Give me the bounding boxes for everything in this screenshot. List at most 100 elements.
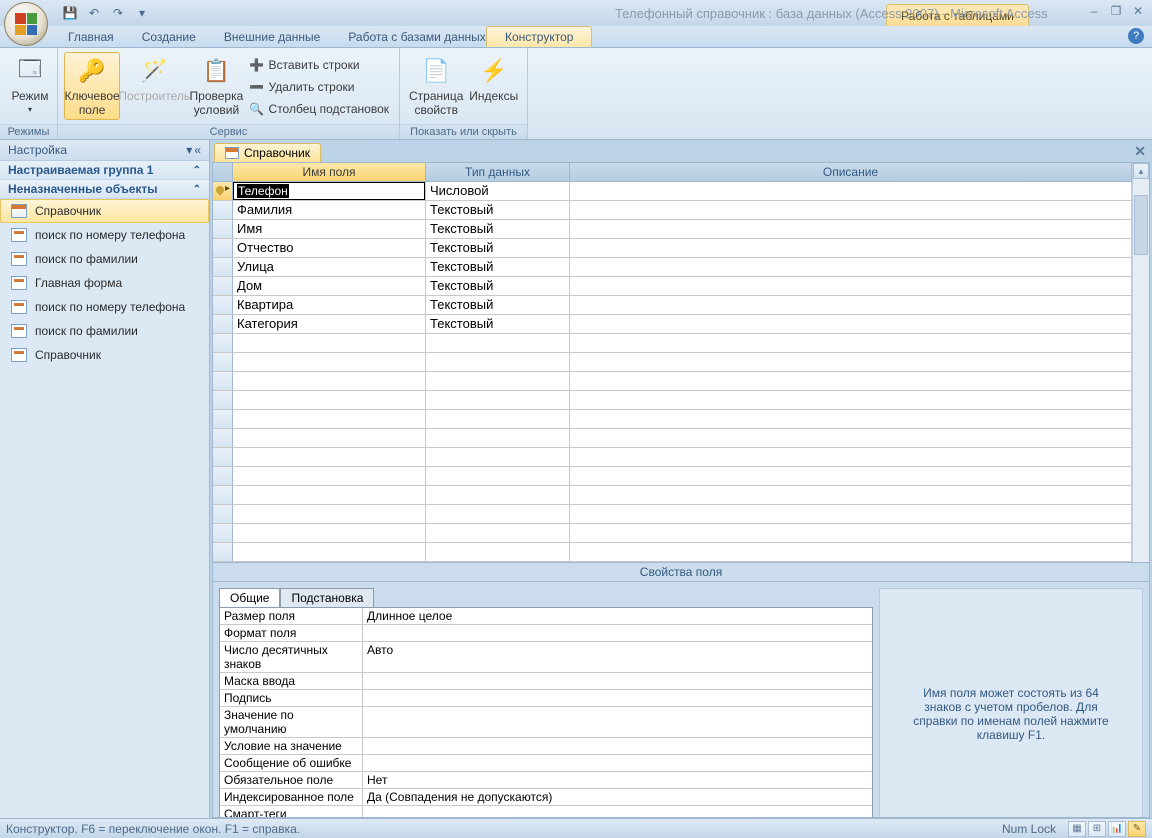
- description-cell[interactable]: [570, 448, 1132, 467]
- field-name-cell[interactable]: [233, 410, 426, 429]
- row-selector[interactable]: [213, 448, 233, 467]
- nav-header[interactable]: Настройка ▾«: [0, 140, 209, 161]
- row-selector[interactable]: [213, 486, 233, 505]
- lookup-column-button[interactable]: 🔍Столбец подстановок: [245, 100, 393, 118]
- field-name-cell[interactable]: [233, 391, 426, 410]
- property-row[interactable]: Размер поляДлинное целое: [220, 608, 872, 625]
- row-selector[interactable]: [213, 467, 233, 486]
- field-name-cell[interactable]: [233, 486, 426, 505]
- data-type-cell[interactable]: [426, 334, 570, 353]
- view-design-icon[interactable]: ✎: [1128, 821, 1146, 837]
- description-cell[interactable]: [570, 258, 1132, 277]
- insert-rows-button[interactable]: ➕Вставить строки: [245, 56, 393, 74]
- nav-collapse-icon[interactable]: «: [194, 143, 201, 157]
- properties-grid[interactable]: Размер поляДлинное целоеФормат поляЧисло…: [219, 607, 873, 818]
- data-type-cell[interactable]: [426, 524, 570, 543]
- data-type-cell[interactable]: [426, 505, 570, 524]
- property-value[interactable]: [363, 738, 872, 754]
- nav-item[interactable]: поиск по фамилии: [0, 247, 209, 271]
- data-type-cell[interactable]: Текстовый: [426, 201, 570, 220]
- view-button[interactable]: 🗔 Режим ▾: [6, 52, 54, 117]
- builder-button[interactable]: 🪄 Построитель: [120, 52, 188, 106]
- property-row[interactable]: Число десятичных знаковАвто: [220, 642, 872, 673]
- col-description[interactable]: Описание: [570, 163, 1132, 182]
- description-cell[interactable]: [570, 201, 1132, 220]
- description-cell[interactable]: [570, 315, 1132, 334]
- row-selector[interactable]: [213, 543, 233, 562]
- data-type-cell[interactable]: [426, 391, 570, 410]
- nav-item[interactable]: поиск по номеру телефона: [0, 295, 209, 319]
- data-type-cell[interactable]: Текстовый: [426, 239, 570, 258]
- description-cell[interactable]: [570, 220, 1132, 239]
- description-cell[interactable]: [570, 524, 1132, 543]
- property-value[interactable]: [363, 673, 872, 689]
- field-name-cell[interactable]: Имя: [233, 220, 426, 239]
- nav-item[interactable]: Справочник: [0, 343, 209, 367]
- property-value[interactable]: Длинное целое: [363, 608, 872, 624]
- nav-item[interactable]: поиск по номеру телефона: [0, 223, 209, 247]
- test-rules-button[interactable]: 📋 Проверка условий: [188, 52, 244, 120]
- row-selector[interactable]: [213, 372, 233, 391]
- row-selector[interactable]: [213, 524, 233, 543]
- doc-tab-spravochnik[interactable]: Справочник: [214, 143, 321, 162]
- row-selector[interactable]: [213, 182, 233, 201]
- field-name-cell[interactable]: Отчество: [233, 239, 426, 258]
- data-type-cell[interactable]: [426, 429, 570, 448]
- property-value[interactable]: Нет: [363, 772, 872, 788]
- row-selector[interactable]: [213, 334, 233, 353]
- property-row[interactable]: Индексированное полеДа (Совпадения не до…: [220, 789, 872, 806]
- row-selector[interactable]: [213, 429, 233, 448]
- data-type-cell[interactable]: Текстовый: [426, 220, 570, 239]
- description-cell[interactable]: [570, 296, 1132, 315]
- property-value[interactable]: [363, 755, 872, 771]
- field-name-cell[interactable]: Квартира: [233, 296, 426, 315]
- tab-home[interactable]: Главная: [54, 27, 128, 47]
- tab-external[interactable]: Внешние данные: [210, 27, 335, 47]
- design-grid[interactable]: Имя поляТип данныхОписание▴ТелефонЧислов…: [213, 163, 1149, 562]
- data-type-cell[interactable]: [426, 543, 570, 562]
- property-row[interactable]: Смарт-теги: [220, 806, 872, 818]
- property-row[interactable]: Значение по умолчанию: [220, 707, 872, 738]
- row-selector[interactable]: [213, 239, 233, 258]
- field-name-cell[interactable]: [233, 334, 426, 353]
- description-cell[interactable]: [570, 353, 1132, 372]
- property-row[interactable]: Подпись: [220, 690, 872, 707]
- col-field-name[interactable]: Имя поля: [233, 163, 426, 182]
- data-type-cell[interactable]: [426, 372, 570, 391]
- property-value[interactable]: [363, 625, 872, 641]
- close-icon[interactable]: ✕: [1130, 4, 1146, 18]
- data-type-cell[interactable]: [426, 486, 570, 505]
- field-name-cell[interactable]: Категория: [233, 315, 426, 334]
- property-row[interactable]: Условие на значение: [220, 738, 872, 755]
- field-name-cell[interactable]: [233, 429, 426, 448]
- view-pivotchart-icon[interactable]: 📊: [1108, 821, 1126, 837]
- row-selector[interactable]: [213, 258, 233, 277]
- vertical-scrollbar[interactable]: ▴: [1132, 163, 1149, 562]
- field-name-cell[interactable]: [233, 467, 426, 486]
- data-type-cell[interactable]: Текстовый: [426, 277, 570, 296]
- redo-icon[interactable]: ↷: [108, 3, 128, 23]
- property-row[interactable]: Маска ввода: [220, 673, 872, 690]
- data-type-cell[interactable]: [426, 353, 570, 372]
- description-cell[interactable]: [570, 182, 1132, 201]
- field-name-cell[interactable]: [233, 353, 426, 372]
- row-selector[interactable]: [213, 505, 233, 524]
- description-cell[interactable]: [570, 486, 1132, 505]
- description-cell[interactable]: [570, 239, 1132, 258]
- field-name-cell[interactable]: [233, 372, 426, 391]
- qat-customize-icon[interactable]: ▾: [132, 3, 152, 23]
- field-name-cell[interactable]: Фамилия: [233, 201, 426, 220]
- primary-key-button[interactable]: 🔑 Ключевое поле: [64, 52, 120, 120]
- data-type-cell[interactable]: Числовой: [426, 182, 570, 201]
- delete-rows-button[interactable]: ➖Удалить строки: [245, 78, 393, 96]
- tab-create[interactable]: Создание: [128, 27, 210, 47]
- property-value[interactable]: [363, 806, 872, 818]
- description-cell[interactable]: [570, 429, 1132, 448]
- data-type-cell[interactable]: Текстовый: [426, 296, 570, 315]
- description-cell[interactable]: [570, 334, 1132, 353]
- property-value[interactable]: [363, 707, 872, 737]
- description-cell[interactable]: [570, 505, 1132, 524]
- row-selector[interactable]: [213, 353, 233, 372]
- description-cell[interactable]: [570, 467, 1132, 486]
- row-selector[interactable]: [213, 315, 233, 334]
